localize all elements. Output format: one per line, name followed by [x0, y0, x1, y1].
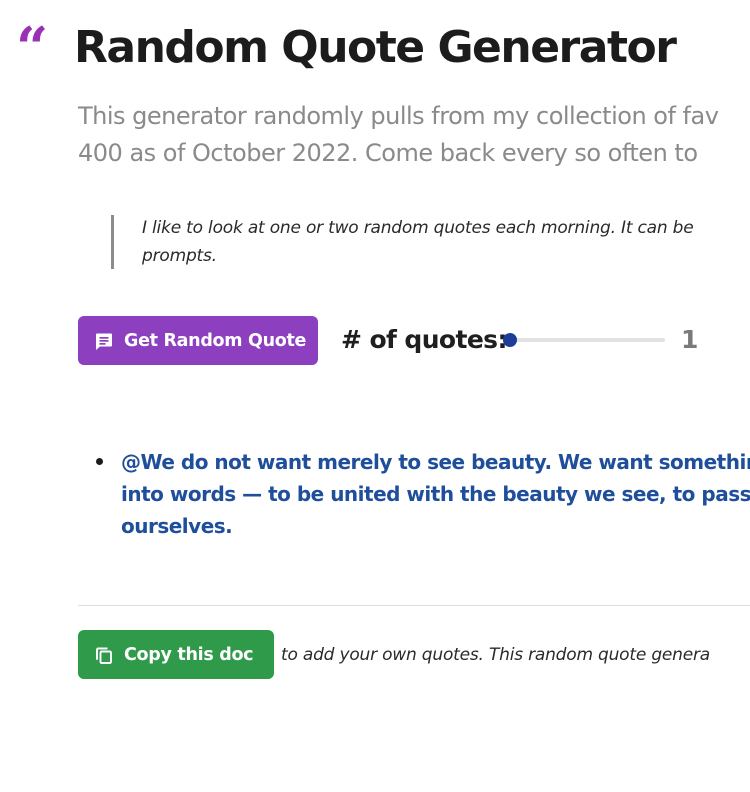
quote-line-2: into words — to be united with the beaut… [121, 482, 750, 506]
quote-count-value: 1 [681, 325, 699, 354]
intro-line-1: This generator randomly pulls from my co… [78, 102, 719, 130]
divider [78, 605, 750, 606]
quote-count-slider[interactable] [503, 330, 665, 350]
copy-doc-button[interactable]: Copy this doc [78, 630, 274, 679]
quote-mark-icon: “ [16, 15, 49, 81]
quote-list: @We do not want merely to see beauty. We… [78, 446, 750, 542]
quote-count-label: # of quotes: [341, 325, 507, 354]
blockquote-note: I like to look at one or two random quot… [111, 215, 694, 269]
footer-text: to add your own quotes. This random quot… [281, 645, 711, 665]
copy-icon [94, 645, 114, 665]
note-line-2: prompts. [142, 246, 217, 266]
intro-paragraph: This generator randomly pulls from my co… [78, 98, 719, 172]
bullet-icon [96, 458, 103, 465]
intro-line-2: 400 as of October 2022. Come back every … [78, 139, 698, 167]
copy-doc-label: Copy this doc [124, 644, 254, 665]
quote-line-1: @We do not want merely to see beauty. We… [121, 450, 750, 474]
quote-card-icon [94, 331, 114, 351]
get-random-quote-button[interactable]: Get Random Quote [78, 316, 318, 365]
title-row: “ Random Quote Generator [16, 15, 677, 81]
page: “ Random Quote Generator This generator … [0, 0, 750, 792]
page-title: Random Quote Generator [74, 22, 677, 73]
quote-line-3: ourselves. [121, 514, 233, 538]
slider-track [507, 338, 665, 342]
note-line-1: I like to look at one or two random quot… [142, 218, 694, 238]
list-item: @We do not want merely to see beauty. We… [78, 446, 750, 542]
get-random-quote-label: Get Random Quote [124, 330, 307, 351]
slider-thumb[interactable] [503, 333, 517, 347]
